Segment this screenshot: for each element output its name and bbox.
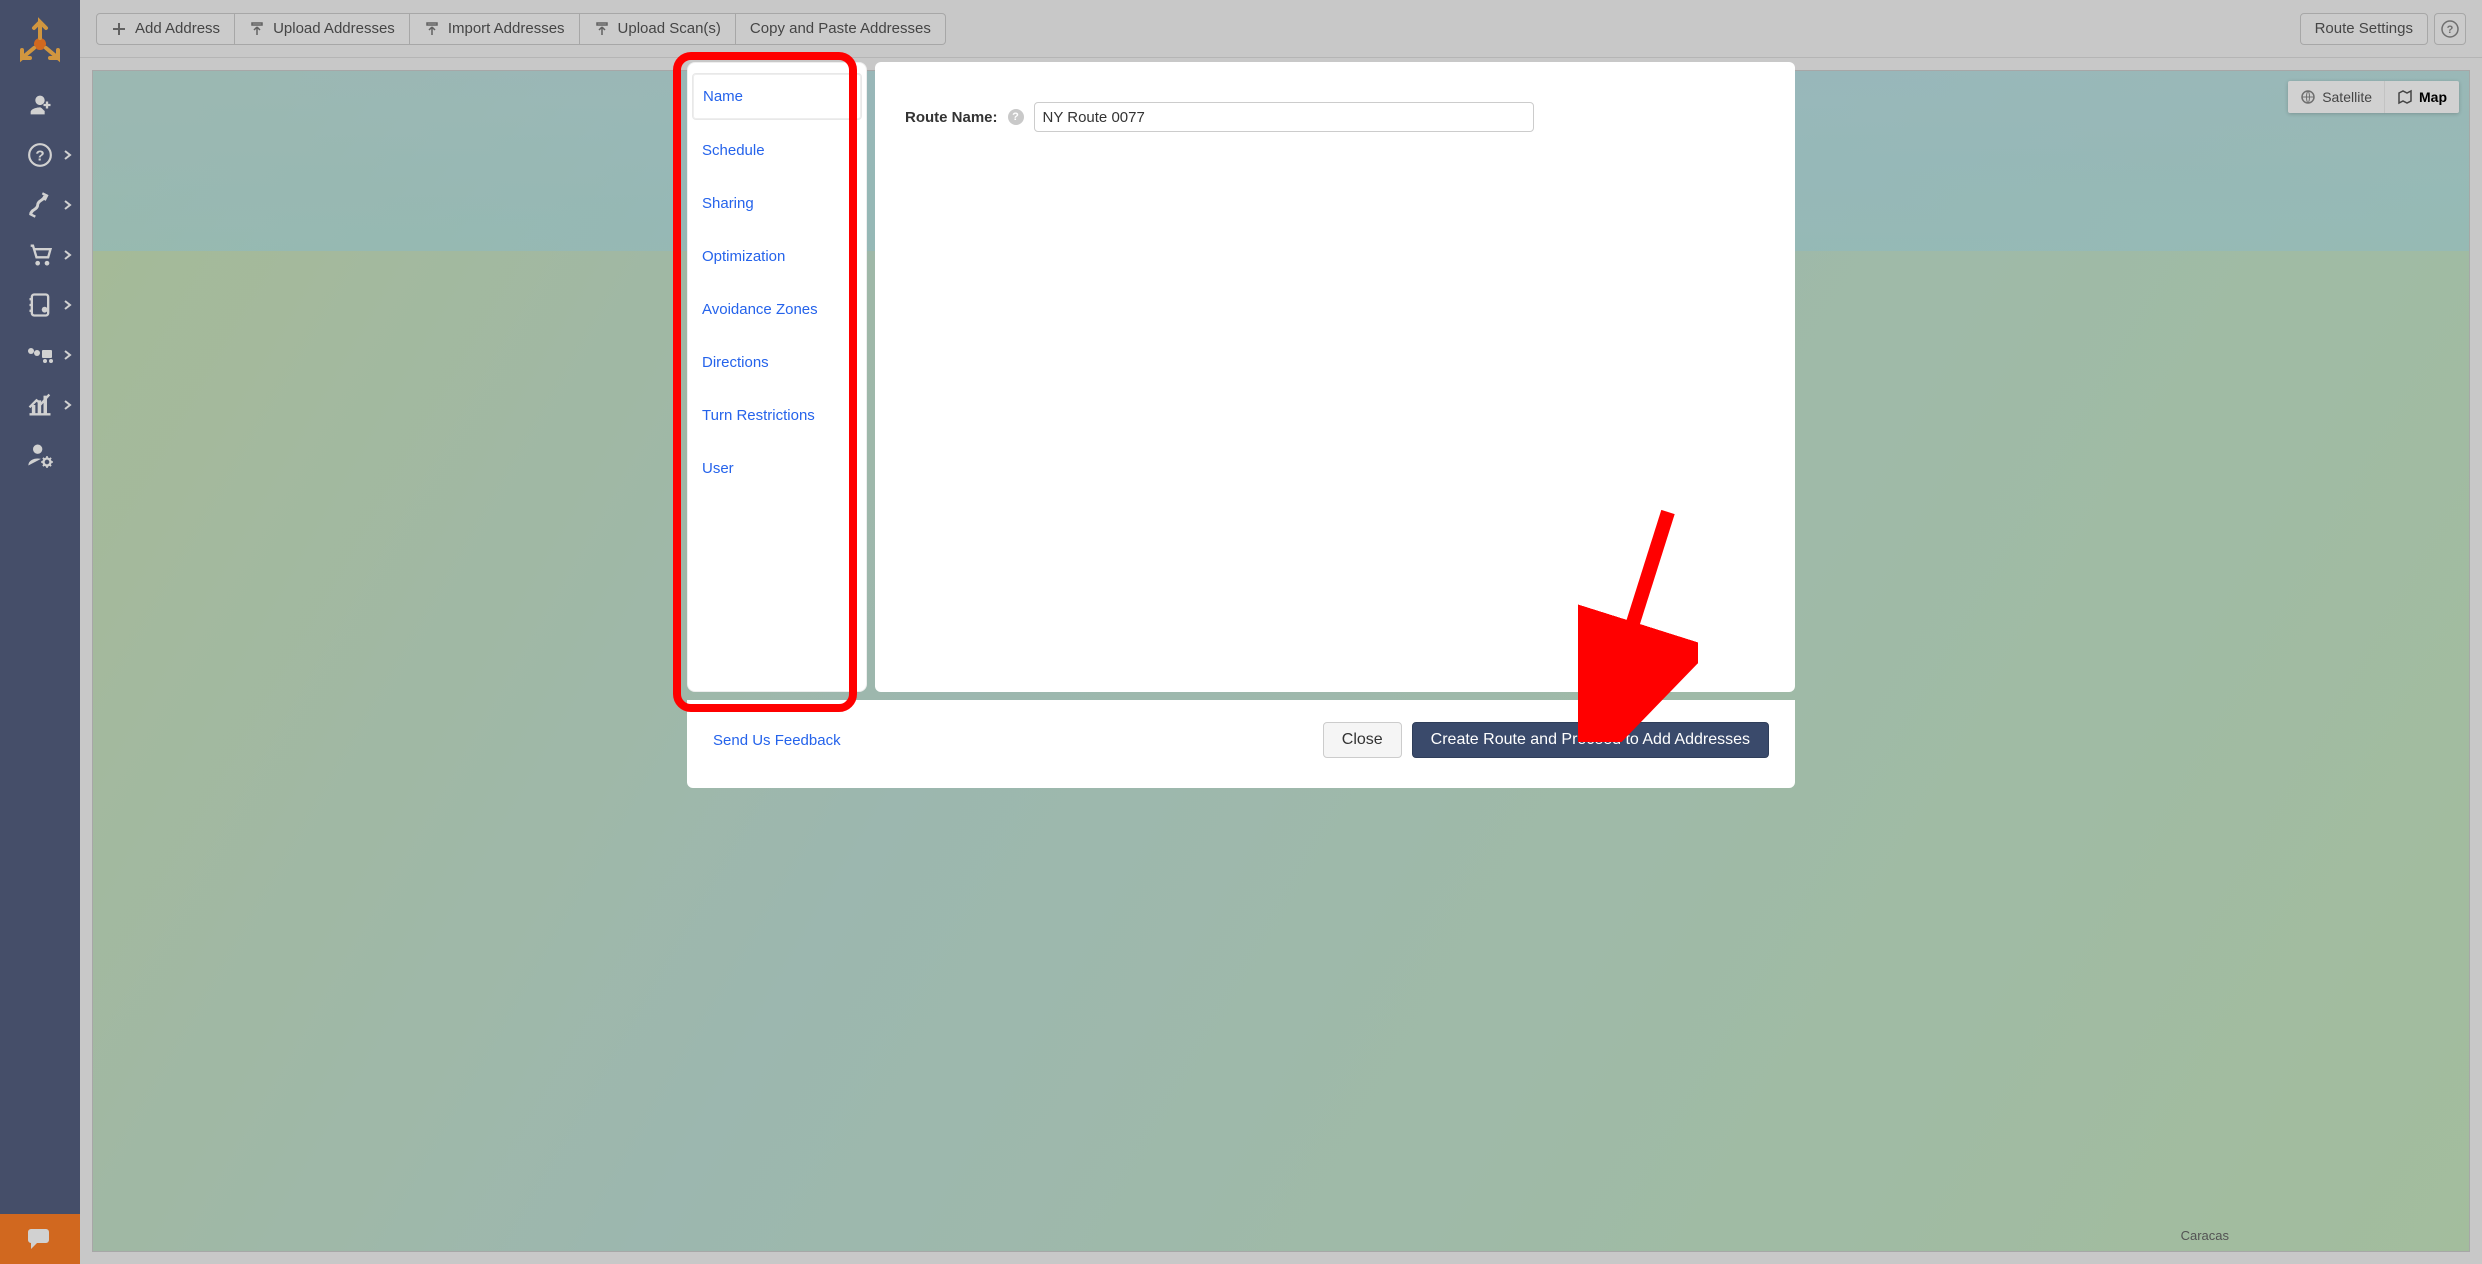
settings-tab-optimization[interactable]: Optimization — [688, 230, 866, 283]
settings-tab-list: NameScheduleSharingOptimizationAvoidance… — [687, 62, 867, 692]
route-name-row: Route Name: ? — [905, 102, 1765, 132]
route-name-input[interactable] — [1034, 102, 1534, 132]
settings-tab-turn-restrictions[interactable]: Turn Restrictions — [688, 389, 866, 442]
settings-tab-avoidance-zones[interactable]: Avoidance Zones — [688, 283, 866, 336]
settings-tab-user[interactable]: User — [688, 442, 866, 495]
send-feedback-link[interactable]: Send Us Feedback — [713, 732, 841, 749]
close-button[interactable]: Close — [1323, 722, 1402, 758]
route-settings-modal: NameScheduleSharingOptimizationAvoidance… — [687, 62, 1795, 788]
route-name-help-icon[interactable]: ? — [1008, 109, 1024, 125]
settings-tab-schedule[interactable]: Schedule — [688, 124, 866, 177]
settings-tab-directions[interactable]: Directions — [688, 336, 866, 389]
route-name-label: Route Name: — [905, 109, 998, 126]
create-route-button[interactable]: Create Route and Proceed to Add Addresse… — [1412, 722, 1769, 758]
settings-tab-name[interactable]: Name — [692, 73, 862, 120]
modal-footer: Send Us Feedback Close Create Route and … — [687, 700, 1795, 788]
settings-tab-sharing[interactable]: Sharing — [688, 177, 866, 230]
settings-panel-name: Route Name: ? — [875, 62, 1795, 692]
